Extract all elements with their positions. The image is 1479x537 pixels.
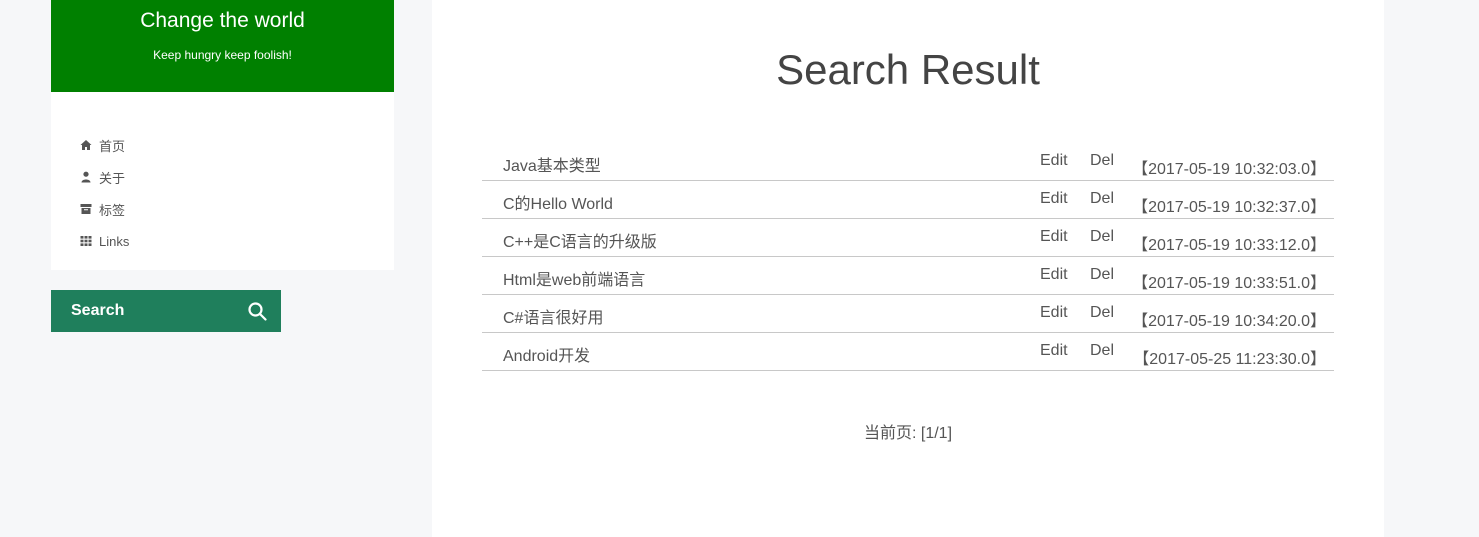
result-title-link[interactable]: Android开发 xyxy=(503,342,590,366)
edit-link[interactable]: Edit xyxy=(1040,342,1068,360)
result-title-link[interactable]: C++是C语言的升级版 xyxy=(503,228,657,252)
result-timestamp: 【2017-05-19 10:32:37.0】 xyxy=(1132,199,1326,216)
edit-link[interactable]: Edit xyxy=(1040,304,1068,322)
user-icon xyxy=(81,171,91,183)
delete-link[interactable]: Del xyxy=(1090,342,1114,360)
list-item: C#语言很好用 Edit Del 【2017-05-19 10:34:20.0】 xyxy=(482,295,1334,333)
pagination-status: 当前页: [1/1] xyxy=(863,425,953,442)
result-timestamp: 【2017-05-19 10:32:03.0】 xyxy=(1132,161,1326,178)
nav-menu: 首页 关于 标签 Links xyxy=(51,92,394,270)
grid-icon xyxy=(80,236,92,246)
delete-link[interactable]: Del xyxy=(1090,266,1114,284)
delete-link[interactable]: Del xyxy=(1090,152,1114,170)
edit-link[interactable]: Edit xyxy=(1040,190,1068,208)
list-item: Html是web前端语言 Edit Del 【2017-05-19 10:33:… xyxy=(482,257,1334,295)
list-item: C的Hello World Edit Del 【2017-05-19 10:32… xyxy=(482,181,1334,219)
archive-icon xyxy=(80,204,92,214)
delete-link[interactable]: Del xyxy=(1090,228,1114,246)
result-timestamp: 【2017-05-19 10:33:51.0】 xyxy=(1132,275,1326,292)
sidebar: Change the world Keep hungry keep foolis… xyxy=(51,0,394,270)
menu-item-label: 首页 xyxy=(99,138,126,154)
result-timestamp: 【2017-05-25 11:23:30.0】 xyxy=(1133,351,1326,368)
result-timestamp: 【2017-05-19 10:34:20.0】 xyxy=(1132,313,1326,330)
menu-item-home[interactable]: 首页 xyxy=(80,129,394,161)
result-timestamp: 【2017-05-19 10:33:12.0】 xyxy=(1132,237,1326,254)
search-label: Search xyxy=(71,302,125,319)
brand-header: Change the world Keep hungry keep foolis… xyxy=(51,0,394,92)
page-title: Search Result xyxy=(776,46,1040,93)
delete-link[interactable]: Del xyxy=(1090,304,1114,322)
result-title-link[interactable]: C#语言很好用 xyxy=(503,304,603,328)
list-item: C++是C语言的升级版 Edit Del 【2017-05-19 10:33:1… xyxy=(482,219,1334,257)
menu-item-tags[interactable]: 标签 xyxy=(80,193,394,225)
site-title[interactable]: Change the world xyxy=(51,8,394,34)
home-icon xyxy=(80,140,92,150)
site-subtitle: Keep hungry keep foolish! xyxy=(153,48,292,62)
main-content: Search Result Java基本类型 Edit Del 【2017-05… xyxy=(432,0,1384,537)
delete-link[interactable]: Del xyxy=(1090,190,1114,208)
menu-item-about[interactable]: 关于 xyxy=(80,161,394,193)
menu-item-links[interactable]: Links xyxy=(80,225,394,257)
search-button[interactable]: Search xyxy=(51,290,281,332)
list-item: Java基本类型 Edit Del 【2017-05-19 10:32:03.0… xyxy=(482,143,1334,181)
edit-link[interactable]: Edit xyxy=(1040,228,1068,246)
menu-item-label: 标签 xyxy=(99,202,126,218)
menu-item-label: Links xyxy=(99,233,130,249)
result-title-link[interactable]: Java基本类型 xyxy=(503,152,601,176)
result-list: Java基本类型 Edit Del 【2017-05-19 10:32:03.0… xyxy=(482,143,1334,371)
search-icon xyxy=(248,302,267,321)
result-title-link[interactable]: C的Hello World xyxy=(503,190,613,214)
edit-link[interactable]: Edit xyxy=(1040,152,1068,170)
result-title-link[interactable]: Html是web前端语言 xyxy=(503,266,645,290)
menu-item-label: 关于 xyxy=(99,170,126,186)
list-item: Android开发 Edit Del 【2017-05-25 11:23:30.… xyxy=(482,333,1334,371)
edit-link[interactable]: Edit xyxy=(1040,266,1068,284)
